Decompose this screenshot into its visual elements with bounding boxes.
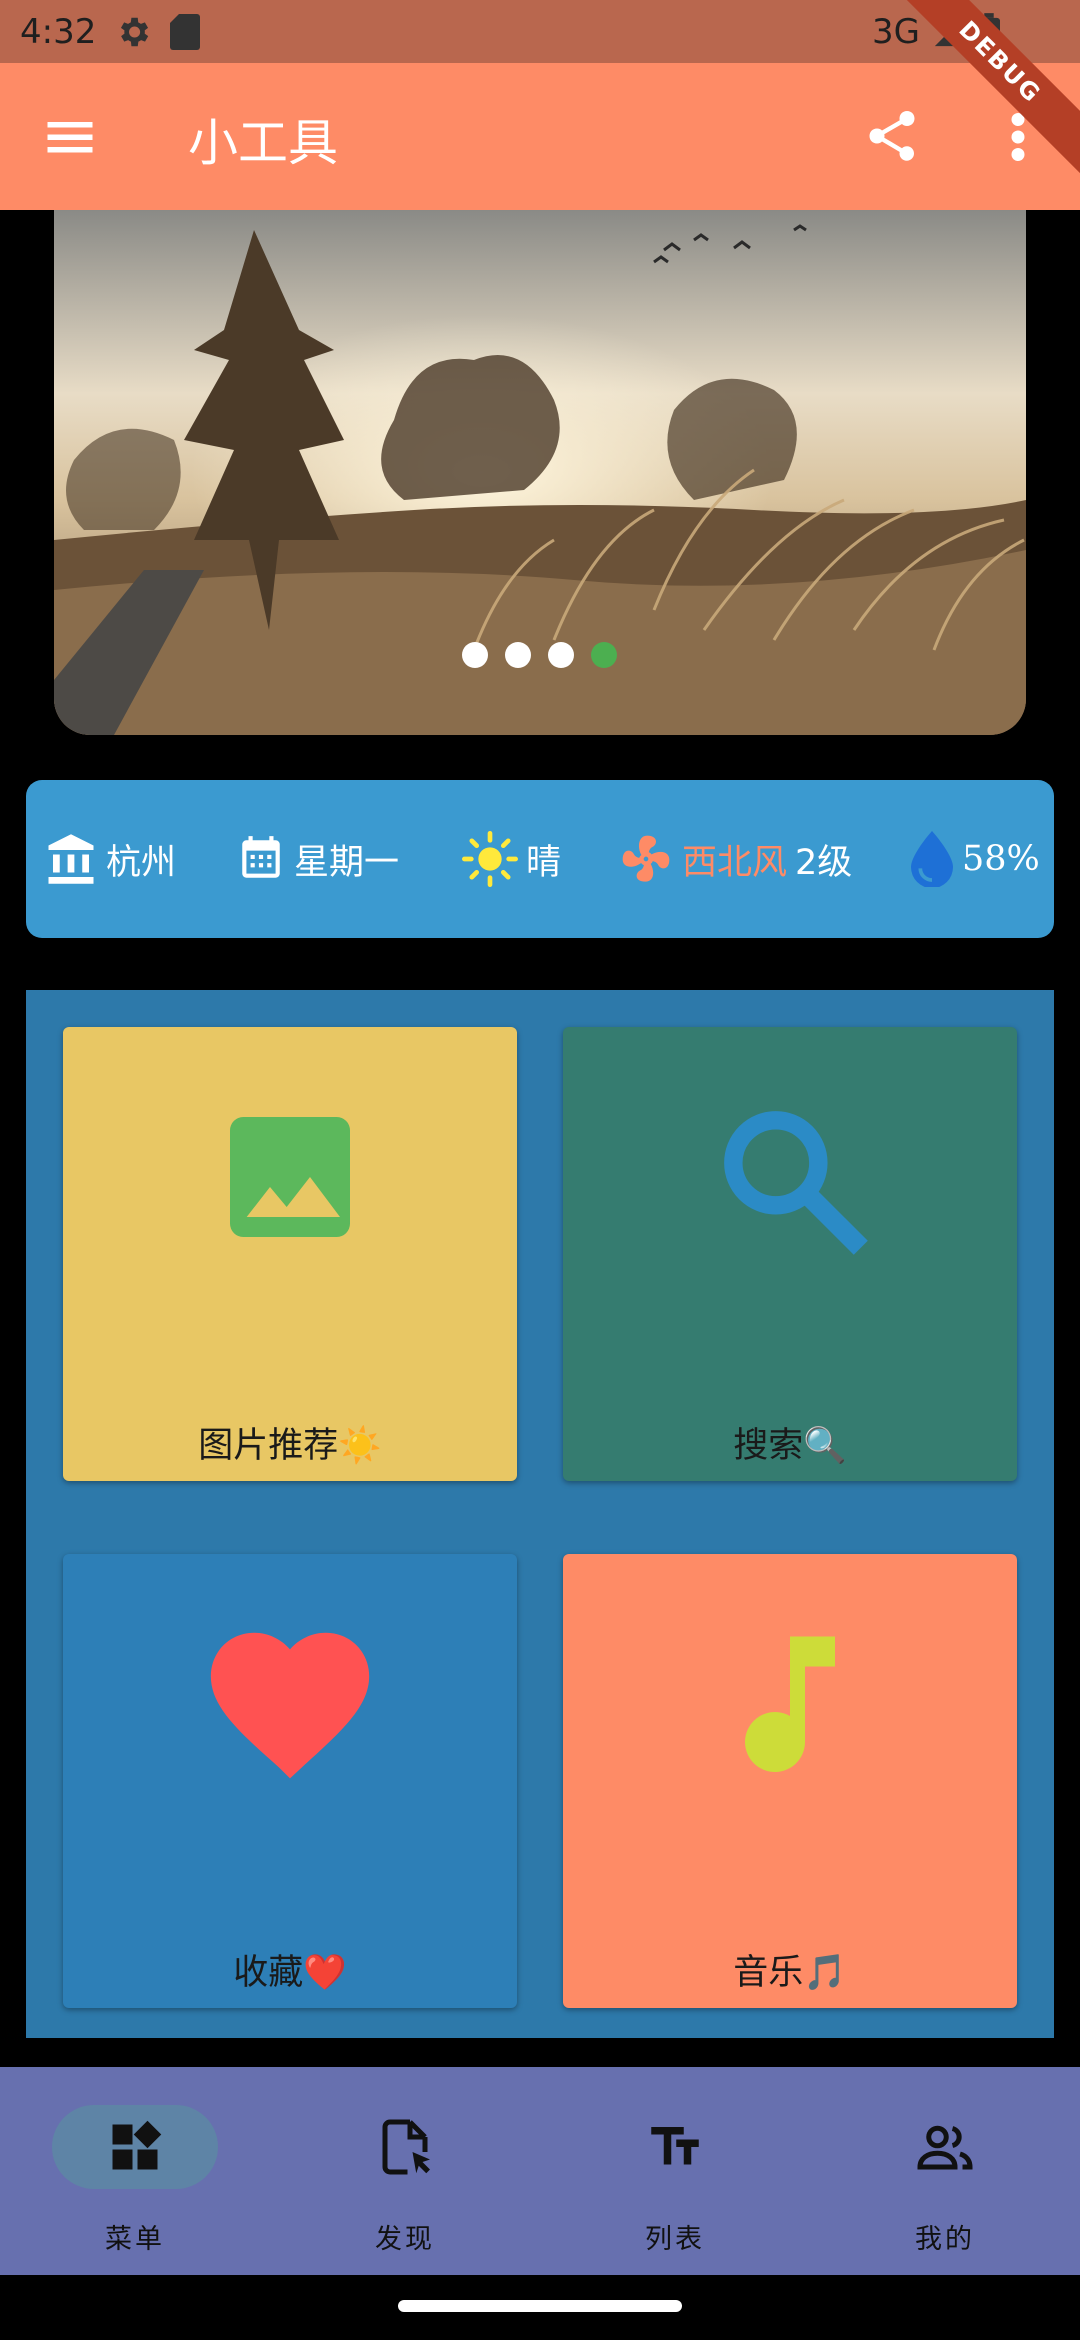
tile-search[interactable]: 搜索🔍 — [563, 1027, 1017, 1481]
heart-icon — [210, 1632, 370, 1779]
feature-grid: 图片推荐☀️ 搜索🔍 收藏❤️ 音乐🎵 — [26, 990, 1054, 2038]
people-icon — [917, 2125, 973, 2170]
share-icon[interactable] — [862, 103, 922, 169]
music-note-icon — [745, 1636, 835, 1772]
weather-condition: 晴 — [462, 780, 561, 938]
carousel-dot-active[interactable] — [591, 642, 617, 668]
wind-direction: 西北风 — [682, 842, 788, 883]
document-cursor-icon — [382, 2119, 430, 2175]
nav-label: 发现 — [375, 2224, 435, 2255]
image-icon — [230, 1117, 350, 1237]
carousel-dot[interactable] — [462, 642, 488, 668]
tile-label: 收藏❤️ — [233, 1953, 347, 1993]
wind-fan-icon — [622, 835, 670, 882]
nav-item-discover[interactable]: 发现 — [270, 2067, 540, 2275]
text-fields-icon — [651, 2127, 699, 2165]
nav-label: 列表 — [645, 2224, 705, 2255]
weather-humidity: 58% — [910, 780, 1040, 938]
settings-gear-icon — [121, 17, 149, 46]
weather-city: 杭州 — [44, 780, 176, 938]
nav-item-menu[interactable]: 菜单 — [0, 2067, 270, 2275]
carousel-dot[interactable] — [548, 642, 574, 668]
search-icon — [724, 1111, 868, 1255]
bottom-navigation: 菜单 发现 列表 我的 — [0, 2067, 1080, 2275]
tile-favorites[interactable]: 收藏❤️ — [63, 1554, 517, 2008]
network-type: 3G — [872, 11, 920, 52]
water-drop-icon — [911, 831, 953, 887]
weather-card: 杭州 星期一 晴 西北风 2级 58% — [26, 780, 1054, 938]
nav-item-list[interactable]: 列表 — [540, 2067, 810, 2275]
nav-label: 菜单 — [105, 2224, 165, 2255]
sd-card-icon — [170, 13, 201, 50]
tile-music[interactable]: 音乐🎵 — [563, 1554, 1017, 2008]
bank-icon — [48, 834, 94, 884]
weekday-label: 星期一 — [294, 842, 400, 883]
app-screen: 4:32 3G DEBUG 小工具 杭州 星期一 晴 西北风 2级 58% 图片… — [0, 0, 1080, 2340]
tile-image-recommend[interactable]: 图片推荐☀️ — [63, 1027, 517, 1481]
city-label: 杭州 — [106, 842, 177, 883]
carousel-dot[interactable] — [505, 642, 531, 668]
tile-label: 图片推荐☀️ — [198, 1426, 382, 1466]
calendar-icon — [242, 836, 280, 878]
carousel-indicator — [462, 642, 617, 668]
status-time: 4:32 — [20, 11, 97, 52]
weather-wind: 西北风 2级 — [618, 780, 852, 938]
nav-item-mine[interactable]: 我的 — [810, 2067, 1080, 2275]
dashboard-icon — [112, 2120, 162, 2170]
nav-label: 我的 — [915, 2224, 975, 2255]
app-title: 小工具 — [188, 114, 338, 172]
condition-label: 晴 — [526, 842, 562, 883]
menu-icon[interactable] — [40, 107, 100, 167]
tile-label: 搜索🔍 — [733, 1426, 847, 1466]
sunny-icon — [462, 831, 518, 887]
wind-level: 2级 — [795, 842, 853, 883]
humidity-label: 58% — [962, 839, 1040, 879]
tile-label: 音乐🎵 — [733, 1953, 847, 1993]
app-bar: 小工具 — [0, 63, 1080, 210]
home-indicator[interactable] — [398, 2300, 682, 2312]
weather-weekday: 星期一 — [236, 780, 399, 938]
